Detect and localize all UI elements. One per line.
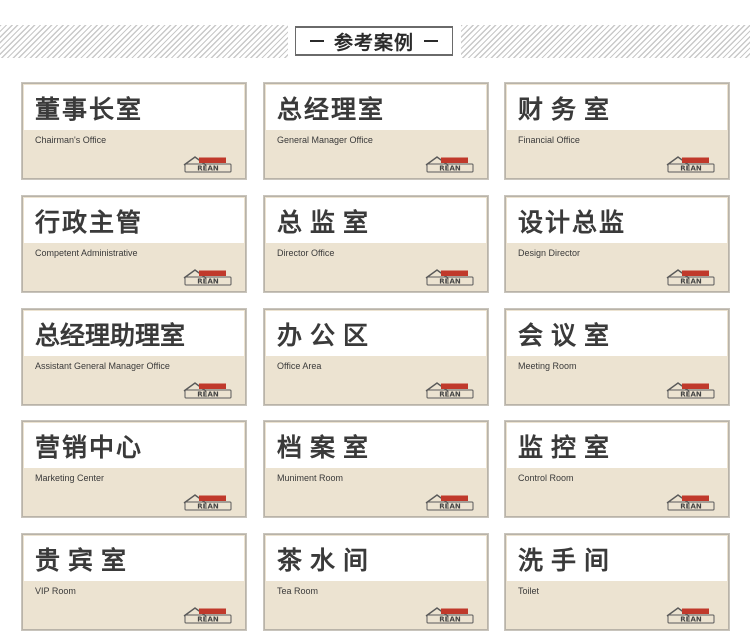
sign-english-name: Chairman's Office (35, 135, 107, 145)
rean-logo-icon: REAN (425, 156, 474, 173)
rean-logo-icon: REAN (666, 269, 715, 286)
svg-text:REAN: REAN (439, 278, 461, 286)
door-sign: 营销中心 Marketing Center REAN (22, 421, 246, 517)
sign-chinese-name: 办公区 (277, 321, 377, 350)
svg-text:REAN: REAN (439, 503, 461, 511)
svg-text:REAN: REAN (439, 165, 461, 173)
sign-chinese-name: 贵宾室 (35, 546, 135, 575)
svg-text:REAN: REAN (197, 391, 219, 399)
svg-text:REAN: REAN (197, 503, 219, 511)
sign-chinese-name: 董事长室 (35, 95, 144, 124)
svg-text:REAN: REAN (439, 616, 461, 624)
door-sign: 监控室 Control Room REAN (505, 421, 729, 517)
header-hatch-right (461, 25, 750, 58)
rean-logo-icon: REAN (425, 607, 474, 624)
header-hatch-left (0, 25, 288, 58)
rean-logo-icon: REAN (425, 269, 474, 286)
sign-english-name: VIP Room (35, 586, 76, 596)
svg-text:REAN: REAN (680, 391, 702, 399)
rean-logo-icon: REAN (183, 382, 232, 399)
door-sign: 总经理助理室 Assistant General Manager Office … (22, 309, 246, 405)
rean-logo-icon: REAN (666, 607, 715, 624)
svg-text:REAN: REAN (439, 391, 461, 399)
section-title: 参考案例 (295, 26, 453, 56)
svg-text:REAN: REAN (680, 616, 702, 624)
door-sign: 洗手间 Toilet REAN (505, 534, 729, 630)
sign-english-name: General Manager Office (277, 135, 373, 145)
door-sign: 办公区 Office Area REAN (264, 309, 488, 405)
door-sign: 行政主管 Competent Administrative REAN (22, 196, 246, 292)
door-sign: 财务室 Financial Office REAN (505, 83, 729, 179)
rean-logo-icon: REAN (425, 382, 474, 399)
sign-english-name: Financial Office (518, 135, 580, 145)
door-sign: 设计总监 Design Director REAN (505, 196, 729, 292)
svg-text:REAN: REAN (680, 503, 702, 511)
svg-text:REAN: REAN (197, 616, 219, 624)
sign-chinese-name: 监控室 (518, 433, 618, 462)
sign-english-name: Design Director (518, 248, 581, 258)
rean-logo-icon: REAN (666, 382, 715, 399)
title-dash-right (424, 40, 438, 42)
sign-chinese-name: 档案室 (277, 433, 377, 462)
svg-text:REAN: REAN (197, 278, 219, 286)
rean-logo-icon: REAN (183, 607, 232, 624)
sign-chinese-name: 总监室 (277, 208, 377, 237)
sign-chinese-name: 总经理室 (277, 95, 386, 124)
title-dash-left (309, 40, 324, 42)
sign-english-name: Control Room (518, 473, 574, 483)
sign-english-name: Marketing Center (35, 473, 105, 483)
door-sign: 会议室 Meeting Room REAN (505, 309, 729, 405)
sign-english-name: Muniment Room (277, 473, 344, 483)
sign-english-name: Toilet (518, 586, 540, 596)
rean-logo-icon: REAN (666, 494, 715, 511)
rean-logo-icon: REAN (666, 156, 715, 173)
sign-english-name: Tea Room (277, 586, 319, 596)
sign-chinese-name: 茶水间 (277, 546, 377, 575)
sign-chinese-name: 财务室 (518, 95, 618, 124)
door-sign: 档案室 Muniment Room REAN (264, 421, 488, 517)
sign-chinese-name: 会议室 (518, 321, 618, 350)
sign-english-name: Director Office (277, 248, 335, 258)
rean-logo-icon: REAN (183, 269, 232, 286)
rean-logo-icon: REAN (183, 156, 232, 173)
sign-english-name: Office Area (277, 361, 322, 371)
door-sign: 总监室 Director Office REAN (264, 196, 488, 292)
sign-english-name: Assistant General Manager Office (35, 361, 170, 371)
rean-logo-icon: REAN (183, 494, 232, 511)
sign-english-name: Meeting Room (518, 361, 577, 371)
sign-chinese-name: 总经理助理室 (35, 321, 186, 350)
svg-text:REAN: REAN (197, 165, 219, 173)
sign-chinese-name: 洗手间 (518, 546, 618, 575)
section-title-text: 参考案例 (333, 31, 414, 54)
sign-english-name: Competent Administrative (35, 248, 138, 258)
door-sign: 贵宾室 VIP Room REAN (22, 534, 246, 630)
sign-chinese-name: 设计总监 (518, 208, 627, 237)
door-sign: 茶水间 Tea Room REAN (264, 534, 488, 630)
sign-chinese-name: 行政主管 (35, 208, 144, 237)
sign-chinese-name: 营销中心 (35, 433, 144, 462)
rean-logo-icon: REAN (425, 494, 474, 511)
door-sign: 总经理室 General Manager Office REAN (264, 83, 488, 179)
door-sign: 董事长室 Chairman's Office REAN (22, 83, 246, 179)
svg-text:REAN: REAN (680, 278, 702, 286)
svg-text:REAN: REAN (680, 165, 702, 173)
